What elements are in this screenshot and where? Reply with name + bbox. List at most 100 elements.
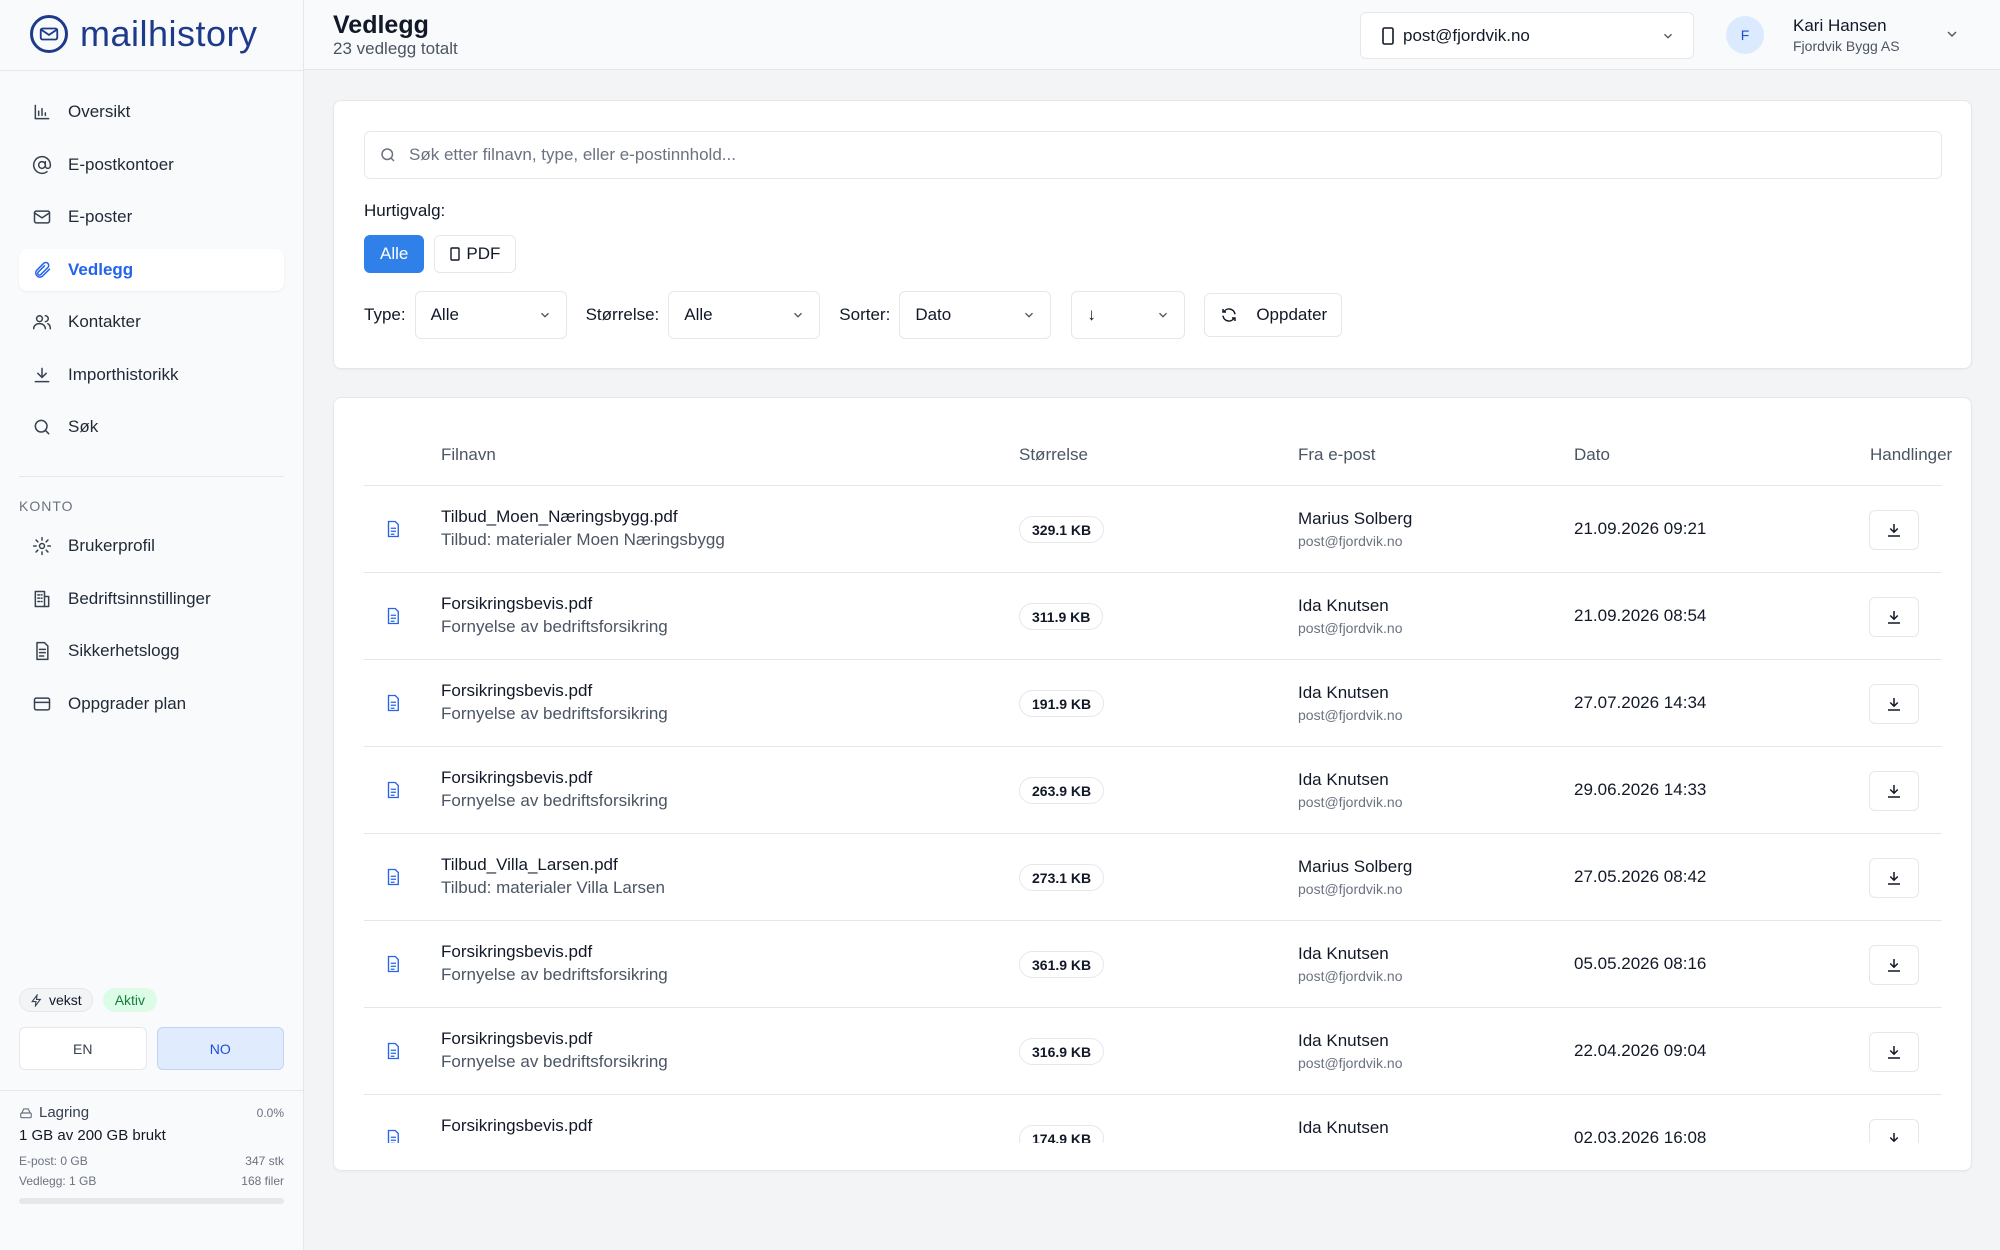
avatar[interactable]: F <box>1726 16 1764 54</box>
sort-select[interactable]: Dato <box>899 291 1052 339</box>
quick-filter-pdf[interactable]: PDF <box>434 235 517 273</box>
table-row[interactable]: Forsikringsbevis.pdf Fornyelse av bedrift… <box>364 1008 1942 1095</box>
sender-name: Ida Knutsen <box>1298 770 1389 789</box>
sidebar-item-oppgrader-plan[interactable]: Oppgrader plan <box>19 683 284 725</box>
users-icon <box>32 315 52 330</box>
sidebar-item-e-poster[interactable]: E-poster <box>19 196 284 238</box>
app-logo[interactable]: mailhistory <box>30 13 258 54</box>
sidebar-item-søk[interactable]: Søk <box>19 406 284 448</box>
language-switch: EN NO <box>19 1027 284 1070</box>
size-select-value: Alle <box>684 305 713 324</box>
column-filename[interactable]: Filnavn <box>441 445 496 465</box>
chevron-down-icon <box>1664 33 1672 39</box>
file-text-icon <box>384 606 402 626</box>
page-subtitle: 23 vedlegg totalt <box>333 39 458 58</box>
refresh-button-label: Oppdater <box>1256 305 1328 324</box>
sidebar-item-vedlegg[interactable]: Vedlegg <box>19 248 284 291</box>
sidebar-item-label: Brukerprofil <box>68 536 155 555</box>
received-date: 05.05.2026 08:16 <box>1574 954 1707 973</box>
download-icon <box>1888 698 1900 711</box>
sidebar-item-importhistorikk[interactable]: Importhistorikk <box>19 354 284 396</box>
download-button[interactable] <box>1869 1119 1919 1143</box>
divider <box>0 1090 304 1091</box>
table-row[interactable]: Forsikringsbevis.pdf Fornyelse av bedrift… <box>364 660 1942 747</box>
download-button[interactable] <box>1869 510 1919 550</box>
plan-badge-label: vekst <box>49 992 82 1008</box>
table-row[interactable]: Forsikringsbevis.pdf Fornyelse av bedrift… <box>364 747 1942 834</box>
file-size-badge: 263.9 KB <box>1019 777 1105 804</box>
sidebar-item-sikkerhetslogg[interactable]: Sikkerhetslogg <box>19 630 284 672</box>
at-sign-icon <box>32 155 52 174</box>
credit-card-icon <box>33 696 51 711</box>
sidebar-item-e-postkontoer[interactable]: E-postkontoer <box>19 144 284 186</box>
file-name[interactable]: Forsikringsbevis.pdf <box>441 1029 592 1049</box>
download-button[interactable] <box>1869 597 1919 637</box>
divider <box>19 476 284 477</box>
at-mail-logo-icon <box>30 15 68 53</box>
table-row[interactable]: Forsikringsbevis.pdf Fornyelse av bedrift… <box>364 573 1942 660</box>
sidebar-item-label: Kontakter <box>68 312 141 331</box>
type-select[interactable]: Alle <box>414 291 567 339</box>
file-name[interactable]: Forsikringsbevis.pdf <box>441 594 592 614</box>
download-button[interactable] <box>1869 858 1919 898</box>
sender-email: post@fjordvik.no <box>1298 620 1403 636</box>
paperclip-icon <box>35 261 51 278</box>
user-name[interactable]: Kari Hansen <box>1793 16 1887 36</box>
download-button[interactable] <box>1869 771 1919 811</box>
language-en-button[interactable]: EN <box>19 1027 147 1070</box>
email-subject: Tilbud: materialer Moen Næringsbygg <box>441 530 725 549</box>
sender-email: post@fjordvik.no <box>1298 968 1403 984</box>
file-text-icon <box>384 1041 402 1061</box>
quick-filter-all[interactable]: Alle <box>364 235 425 273</box>
language-no-button[interactable]: NO <box>156 1027 284 1070</box>
download-button[interactable] <box>1869 1032 1919 1072</box>
column-size[interactable]: Størrelse <box>1019 445 1088 465</box>
table-row[interactable]: Forsikringsbevis.pdf 174.9 KB Ida Knutsen 0… <box>364 1095 1942 1143</box>
file-name[interactable]: Tilbud_Villa_Larsen.pdf <box>441 855 618 875</box>
file-name[interactable]: Forsikringsbevis.pdf <box>441 942 592 962</box>
file-text-icon <box>384 1128 402 1143</box>
sort-order-value: ↓ <box>1087 305 1096 324</box>
table-row[interactable]: Tilbud_Moen_Næringsbygg.pdf Tilbud: mater… <box>364 486 1942 573</box>
sender-name: Ida Knutsen <box>1298 683 1389 702</box>
email-account-select[interactable]: post@fjordvik.no <box>1360 12 1694 59</box>
storage-title: Lagring <box>19 1104 89 1121</box>
sender-email: post@fjordvik.no <box>1298 533 1403 549</box>
sender-name: Ida Knutsen <box>1298 596 1389 615</box>
account-nav: Brukerprofil Bedriftsinnstillinger Sikkerh… <box>19 525 284 735</box>
email-subject: Fornyelse av bedriftsforsikring <box>441 791 668 810</box>
page-title: Vedlegg <box>333 11 429 39</box>
sidebar-item-label: Bedriftsinnstillinger <box>68 588 211 608</box>
sidebar-item-bedriftsinnstillinger[interactable]: Bedriftsinnstillinger <box>19 578 284 620</box>
received-date: 22.04.2026 09:04 <box>1574 1041 1707 1060</box>
filter-panel: Hurtigvalg: Alle PDF Type: Alle Størrels… <box>333 100 1972 369</box>
email-subject: Tilbud: materialer Villa Larsen <box>441 878 665 897</box>
sidebar-item-label: Vedlegg <box>68 259 134 279</box>
sidebar-item-brukerprofil[interactable]: Brukerprofil <box>19 525 284 567</box>
sidebar-item-oversikt[interactable]: Oversikt <box>19 91 284 133</box>
search-input[interactable] <box>409 145 1941 165</box>
file-name[interactable]: Tilbud_Moen_Næringsbygg.pdf <box>441 507 678 527</box>
table-row[interactable]: Tilbud_Villa_Larsen.pdf Tilbud: materiale… <box>364 834 1942 921</box>
file-text-icon <box>384 780 402 800</box>
file-name[interactable]: Forsikringsbevis.pdf <box>441 768 592 788</box>
top-header: Vedlegg 23 vedlegg totalt post@fjordvik.… <box>304 0 2000 70</box>
refresh-button[interactable]: Oppdater <box>1204 293 1343 337</box>
sidebar-item-kontakter[interactable]: Kontakter <box>19 301 284 343</box>
file-text-icon <box>384 693 402 713</box>
table-row[interactable]: Forsikringsbevis.pdf Fornyelse av bedrift… <box>364 921 1942 1008</box>
column-from[interactable]: Fra e-post <box>1298 445 1375 465</box>
size-select[interactable]: Alle <box>668 291 821 339</box>
search-box[interactable] <box>364 131 1942 179</box>
download-button[interactable] <box>1869 684 1919 724</box>
column-date[interactable]: Dato <box>1574 445 1610 465</box>
file-name[interactable]: Forsikringsbevis.pdf <box>441 681 592 701</box>
sort-order-select[interactable]: ↓ <box>1071 291 1186 339</box>
building-icon <box>34 590 50 607</box>
chevron-down-icon[interactable] <box>1944 26 1960 42</box>
download-icon <box>1889 1133 1899 1143</box>
download-button[interactable] <box>1869 945 1919 985</box>
main-nav: Oversikt E-postkontoer E-poster Vedlegg Kont… <box>19 91 284 459</box>
file-name[interactable]: Forsikringsbevis.pdf <box>441 1116 592 1136</box>
download-icon <box>1888 524 1900 537</box>
